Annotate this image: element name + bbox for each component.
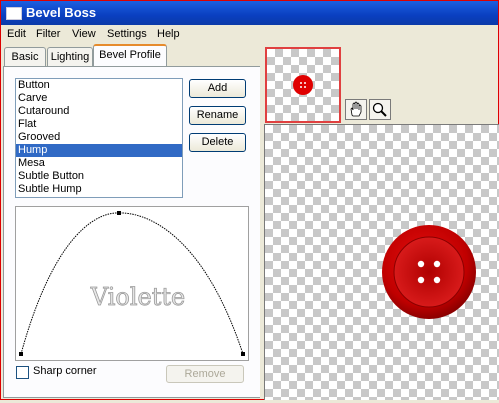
menu-bar: Edit Filter View Settings Help — [1, 25, 498, 45]
curve-handle[interactable] — [241, 352, 245, 356]
list-item[interactable]: Cutaround — [16, 105, 182, 118]
rename-button[interactable]: Rename — [189, 106, 246, 125]
app-icon — [6, 7, 22, 20]
list-item[interactable]: Carve — [16, 92, 182, 105]
list-item[interactable]: Mesa — [16, 157, 182, 170]
menu-help[interactable]: Help — [157, 28, 180, 40]
watermark-text: Violette — [90, 283, 185, 311]
list-item[interactable]: Button — [16, 79, 182, 92]
menu-edit[interactable]: Edit — [7, 28, 26, 40]
list-item[interactable]: Subtle Hump — [16, 183, 182, 196]
delete-button[interactable]: Delete — [189, 133, 246, 152]
canvas-preview[interactable] — [264, 124, 499, 400]
profile-curve-editor[interactable]: Violette — [15, 206, 249, 361]
button-image — [382, 225, 476, 319]
list-item[interactable]: Subtle Button — [16, 170, 182, 183]
thumbnail-button-image — [293, 75, 313, 95]
list-item[interactable]: Flat — [16, 118, 182, 131]
zoom-tool-icon[interactable] — [369, 99, 391, 120]
title-bar[interactable]: Bevel Boss — [1, 1, 498, 25]
menu-view[interactable]: View — [72, 28, 96, 40]
profile-list[interactable]: Button Carve Cutaround Flat Grooved Hump… — [15, 78, 183, 198]
curve-handle[interactable] — [117, 211, 121, 215]
tab-bevel-profile[interactable]: Bevel Profile — [93, 44, 167, 66]
curve-handle[interactable] — [19, 352, 23, 356]
menu-filter[interactable]: Filter — [36, 28, 60, 40]
menu-settings[interactable]: Settings — [107, 28, 147, 40]
sharp-corner-checkbox[interactable] — [16, 366, 29, 379]
profile-curve[interactable]: Violette — [16, 207, 248, 360]
tab-lighting[interactable]: Lighting — [47, 47, 93, 66]
window-title: Bevel Boss — [26, 5, 97, 20]
list-item-selected[interactable]: Hump — [16, 144, 182, 157]
hand-tool-icon[interactable] — [345, 99, 367, 120]
list-item[interactable]: Grooved — [16, 131, 182, 144]
tab-basic[interactable]: Basic — [4, 47, 46, 66]
sharp-corner-label: Sharp corner — [33, 365, 97, 377]
thumbnail-preview[interactable] — [265, 47, 341, 123]
add-button[interactable]: Add — [189, 79, 246, 98]
remove-button[interactable]: Remove — [166, 365, 244, 383]
